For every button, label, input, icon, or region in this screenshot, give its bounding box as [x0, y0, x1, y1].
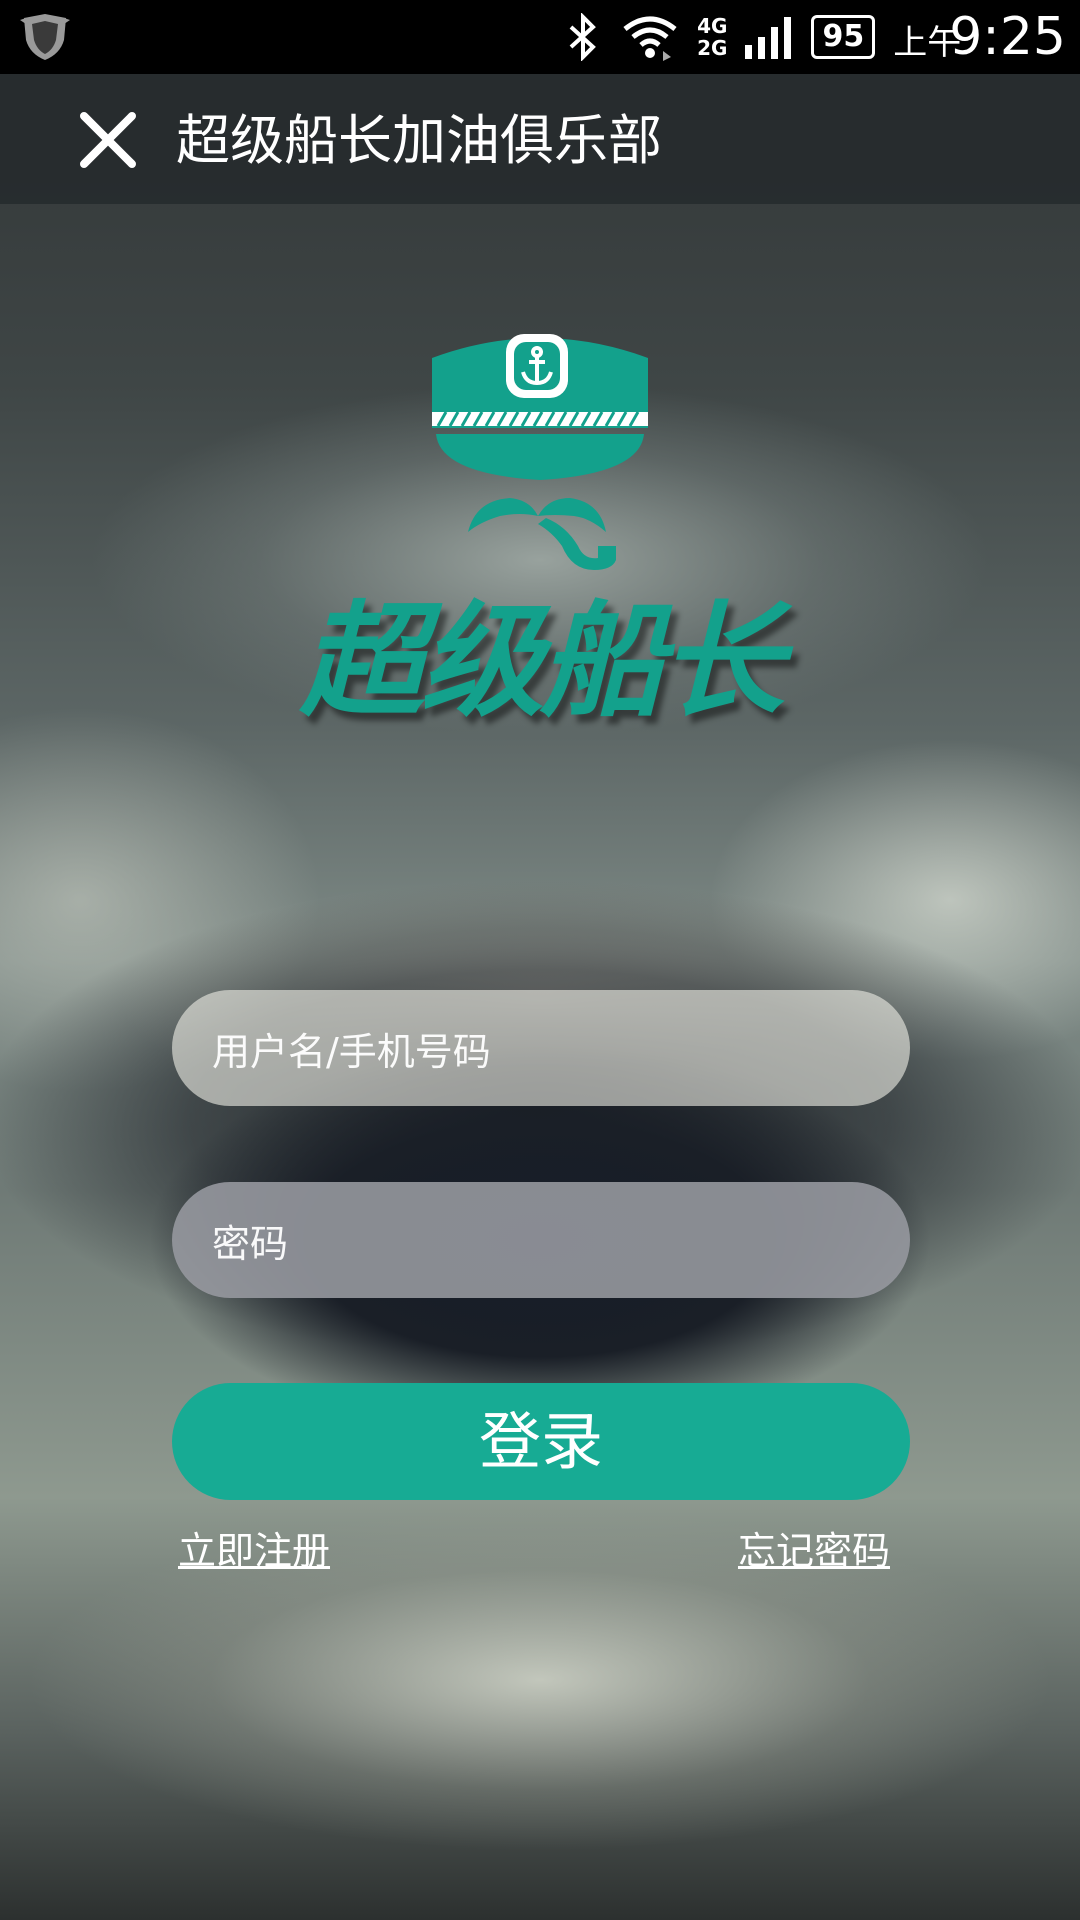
app-logo: 超级船长	[290, 320, 790, 740]
logo-text: 超级船长	[299, 590, 784, 734]
page-title: 超级船长加油俱乐部	[176, 109, 662, 172]
register-link[interactable]: 立即注册	[178, 1520, 330, 1575]
shield-icon	[20, 14, 70, 60]
password-field[interactable]: 密码	[172, 1182, 910, 1298]
network-4g-label: 4G	[697, 14, 728, 38]
username-field[interactable]: 用户名/手机号码	[172, 990, 910, 1106]
clock: 上午 9:25	[893, 7, 1066, 67]
password-placeholder: 密码	[212, 1221, 289, 1266]
network-type: 4G 2G	[697, 15, 727, 59]
status-bar: 4G 2G 95 上午 9:25	[0, 0, 1080, 74]
captain-hat-logo	[432, 334, 648, 570]
username-placeholder: 用户名/手机号码	[212, 1029, 491, 1074]
login-button[interactable]: 登录	[172, 1383, 910, 1500]
bluetooth-icon	[569, 13, 597, 61]
background-image	[0, 0, 1080, 1920]
wifi-icon	[623, 16, 677, 61]
toolbar: 超级船长加油俱乐部	[0, 74, 1080, 204]
clock-time: 9:25	[949, 7, 1066, 67]
battery-indicator: 95	[811, 15, 876, 59]
forgot-password-link[interactable]: 忘记密码	[738, 1520, 890, 1575]
close-icon[interactable]	[72, 104, 144, 176]
signal-icon	[745, 17, 792, 59]
network-2g-label: 2G	[697, 36, 728, 60]
